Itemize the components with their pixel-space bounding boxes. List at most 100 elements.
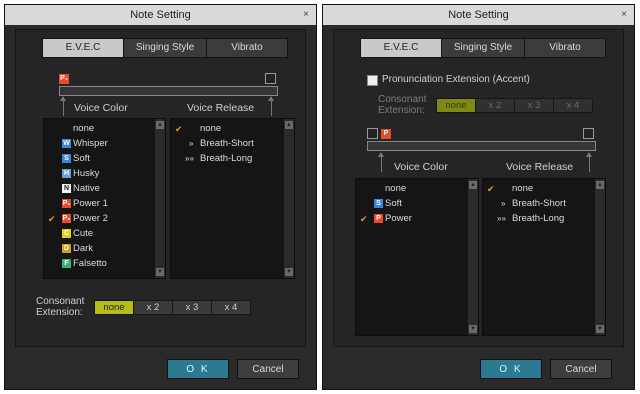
voice-color-icon: P [374, 214, 383, 223]
list-item-label: none [73, 123, 95, 134]
consonant-option-none[interactable]: none [436, 98, 476, 113]
breath-icon: » [501, 199, 506, 208]
evec-timeline-bar[interactable] [59, 86, 278, 96]
voice-release-header: Voice Release [506, 161, 574, 173]
voice-release-list[interactable]: ▲ ▼ ✔ none » Breath-Short »» Breath-Long [170, 118, 295, 279]
tab-evec[interactable]: E.V.E.C [42, 38, 124, 58]
consonant-option-x4[interactable]: x 4 [553, 98, 593, 113]
scroll-up-icon[interactable]: ▲ [285, 121, 293, 129]
tab-evec[interactable]: E.V.E.C [360, 38, 442, 58]
list-item[interactable]: ✔ none [171, 122, 282, 136]
voice-color-header: Voice Color [74, 102, 128, 114]
cancel-button[interactable]: Cancel [237, 359, 299, 379]
voice-release-arrow-line [271, 100, 272, 116]
list-item[interactable]: F Falsetto [44, 257, 153, 271]
voice-color-icon: P₁ [62, 199, 71, 208]
list-item-label: none [385, 183, 407, 194]
list-item[interactable]: ✔ none [483, 182, 593, 196]
list-item-label: Soft [385, 198, 402, 209]
ok-button[interactable]: O K [167, 359, 229, 379]
checkmark-icon: ✔ [487, 184, 495, 194]
close-icon[interactable]: × [303, 5, 309, 25]
scroll-down-icon[interactable]: ▼ [596, 325, 604, 333]
list-item[interactable]: H Husky [44, 167, 153, 181]
voice-color-icon: C [62, 229, 71, 238]
title-bar[interactable]: Note Setting × [5, 5, 316, 25]
consonant-option-x3[interactable]: x 3 [172, 300, 212, 315]
voice-color-indicator-box [367, 128, 378, 139]
tab-vibrato[interactable]: Vibrato [206, 38, 288, 58]
list-item[interactable]: ✔ P Power [356, 212, 466, 226]
voice-color-icon: S [62, 154, 71, 163]
scrollbar[interactable]: ▲ ▼ [595, 179, 605, 335]
consonant-label-line1: Consonant [378, 94, 427, 105]
evec-panel: E.V.E.C Singing Style Vibrato Pronunciat… [333, 29, 624, 347]
breath-icon: »» [185, 154, 194, 163]
list-item[interactable]: » Breath-Short [483, 197, 593, 211]
tab-bar: E.V.E.C Singing Style Vibrato [42, 38, 288, 58]
voice-color-arrow-line [63, 100, 64, 116]
pronunciation-extension-checkbox[interactable] [367, 75, 378, 86]
list-item[interactable]: »» Breath-Long [483, 212, 593, 226]
list-item[interactable]: W Whisper [44, 137, 153, 151]
release-indicator-box [583, 128, 594, 139]
tab-vibrato[interactable]: Vibrato [524, 38, 606, 58]
list-item[interactable]: » Breath-Short [171, 137, 282, 151]
voice-color-icon: H [62, 169, 71, 178]
list-item[interactable]: none [44, 122, 153, 136]
scroll-down-icon[interactable]: ▼ [469, 325, 477, 333]
evec-timeline-bar[interactable] [367, 141, 596, 151]
scroll-down-icon[interactable]: ▼ [156, 268, 164, 276]
list-item[interactable]: none [356, 182, 466, 196]
consonant-option-x3[interactable]: x 3 [514, 98, 554, 113]
tab-singing-style[interactable]: Singing Style [441, 38, 525, 58]
list-item[interactable]: C Cute [44, 227, 153, 241]
list-item[interactable]: S Soft [44, 152, 153, 166]
consonant-extension-selector: none x 2 x 3 x 4 [436, 98, 593, 113]
dialog-title: Note Setting [448, 9, 509, 21]
voice-color-icon: S [374, 199, 383, 208]
voice-color-list[interactable]: ▲ ▼ none S Soft ✔ P Power [355, 178, 479, 336]
voice-color-arrow-line [381, 156, 382, 172]
voice-color-icon: N [62, 184, 71, 193]
tab-bar: E.V.E.C Singing Style Vibrato [360, 38, 606, 58]
breath-icon: » [189, 139, 194, 148]
consonant-option-x4[interactable]: x 4 [211, 300, 251, 315]
scroll-down-icon[interactable]: ▼ [285, 268, 293, 276]
voice-color-icon: W [62, 139, 71, 148]
list-item-label: Dark [73, 243, 94, 254]
list-item[interactable]: N Native [44, 182, 153, 196]
list-item-label: Breath-Short [512, 198, 566, 209]
list-item[interactable]: »» Breath-Long [171, 152, 282, 166]
consonant-extension-label: Consonant Extension: [36, 296, 84, 318]
scroll-up-icon[interactable]: ▲ [596, 181, 604, 189]
voice-color-header: Voice Color [394, 161, 448, 173]
consonant-option-none[interactable]: none [94, 300, 134, 315]
list-item-label: Power [385, 213, 412, 224]
voice-release-arrow-line [589, 156, 590, 172]
close-icon[interactable]: × [621, 5, 627, 25]
list-item[interactable]: P₁ Power 1 [44, 197, 153, 211]
scroll-up-icon[interactable]: ▲ [469, 181, 477, 189]
list-item-label: Native [73, 183, 100, 194]
list-item-label: Cute [73, 228, 94, 239]
voice-color-list[interactable]: ▲ ▼ none W Whisper S Soft H Husky N Native P₁ Powe… [43, 118, 166, 279]
list-item-label: Whisper [73, 138, 108, 149]
tab-singing-style[interactable]: Singing Style [123, 38, 207, 58]
consonant-option-x2[interactable]: x 2 [133, 300, 173, 315]
list-item[interactable]: ✔ P₂ Power 2 [44, 212, 153, 226]
scrollbar[interactable]: ▲ ▼ [284, 119, 294, 278]
voice-release-list[interactable]: ▲ ▼ ✔ none » Breath-Short »» Breath-Long [482, 178, 606, 336]
cancel-button[interactable]: Cancel [550, 359, 612, 379]
scrollbar[interactable]: ▲ ▼ [155, 119, 165, 278]
scrollbar[interactable]: ▲ ▼ [468, 179, 478, 335]
list-item[interactable]: D Dark [44, 242, 153, 256]
list-item[interactable]: S Soft [356, 197, 466, 211]
consonant-option-x2[interactable]: x 2 [475, 98, 515, 113]
scroll-up-icon[interactable]: ▲ [156, 121, 164, 129]
consonant-extension-label: Consonant Extension: [378, 94, 426, 116]
consonant-label-line2: Extension: [378, 105, 425, 116]
title-bar[interactable]: Note Setting × [323, 5, 634, 25]
ok-button[interactable]: O K [480, 359, 542, 379]
voice-release-header: Voice Release [187, 102, 255, 114]
